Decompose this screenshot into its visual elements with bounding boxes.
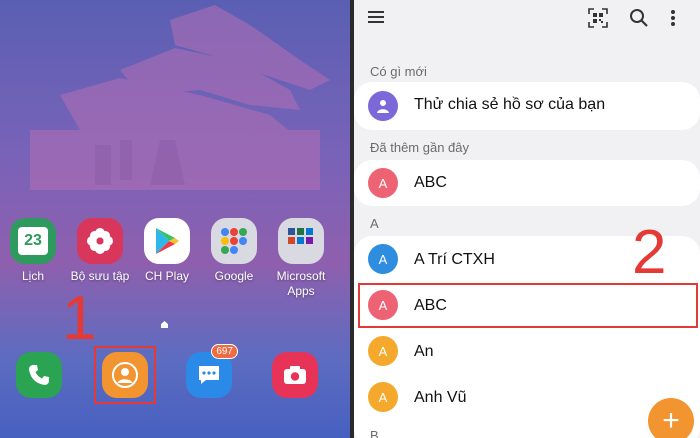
app-label: Bộ sưu tập [70,269,130,283]
app-label: Lịch [21,269,44,283]
contact-avatar: A [368,336,398,366]
google-folder-icon [211,218,257,264]
section-header-recent: Đã thêm gần đây [370,140,470,155]
share-profile-icon [368,91,398,121]
app-microsoft-folder[interactable]: Microsoft Apps [268,218,334,299]
recent-contact-abc[interactable]: A ABC [354,160,700,206]
contact-avatar: A [368,244,398,274]
more-vertical-icon[interactable] [670,9,676,27]
abc-highlight-box [358,283,698,328]
contacts-app: Có gì mới Thử chia sẻ hồ sơ của bạn Đã t… [354,0,700,438]
app-calendar[interactable]: 23 Lịch [0,218,66,284]
home-screen: 23 Lịch Bộ sưu tập CH Play Google Micros… [0,0,350,438]
app-label: Microsoft Apps [276,269,326,298]
contact-avatar: A [368,168,398,198]
qr-code-icon[interactable] [588,8,608,28]
contact-avatar: A [368,382,398,412]
play-store-icon [144,218,190,264]
section-header-a: A [370,216,379,231]
messages-icon[interactable]: 697 [186,344,238,398]
microsoft-folder-icon [278,218,324,264]
home-page-indicator-icon [161,321,168,328]
calendar-date: 23 [18,227,48,255]
contact-row-an[interactable]: A An [354,328,700,374]
step-number-1: 1 [62,284,97,353]
contact-name: An [414,343,434,360]
step-number-2: 2 [632,218,667,287]
search-icon[interactable] [629,8,649,28]
app-play-store[interactable]: CH Play [134,218,200,284]
gallery-flower-icon [77,218,123,264]
calendar-icon: 23 [10,218,56,264]
phone-icon[interactable] [16,352,62,398]
app-gallery[interactable]: Bộ sưu tập [67,218,133,284]
section-header-b: B [370,428,379,438]
section-header-whats-new: Có gì mới [370,64,427,79]
add-contact-button[interactable]: + [648,398,694,438]
messages-badge: 697 [211,344,238,359]
contacts-highlight-box [94,346,156,404]
camera-icon[interactable] [272,352,318,398]
contact-name: ABC [414,174,447,191]
share-profile-card[interactable]: Thử chia sẻ hồ sơ của bạn [354,82,700,130]
contact-name: A Trí CTXH [414,251,495,268]
hamburger-menu-icon[interactable] [368,10,384,24]
wallpaper-palace [30,5,330,190]
app-label: CH Play [144,269,189,283]
contact-name: Anh Vũ [414,389,467,406]
app-google-folder[interactable]: Google [201,218,267,284]
share-profile-label: Thử chia sẻ hồ sơ của bạn [414,96,606,113]
app-label: Google [214,269,254,283]
